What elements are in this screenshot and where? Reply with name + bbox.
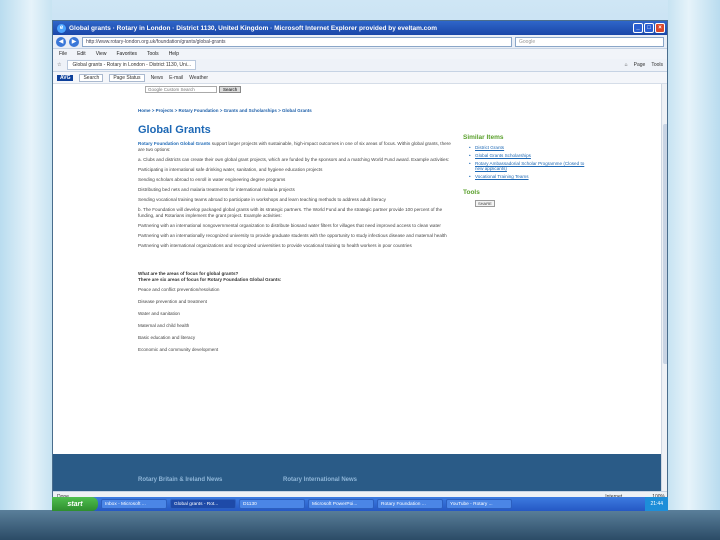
back-arrow-icon[interactable]: ◀: [56, 36, 66, 47]
example-item: Partnering with an international nongove…: [138, 223, 441, 228]
favorites-star-icon[interactable]: ☆: [57, 62, 61, 68]
avg-logo: AVG: [57, 74, 74, 81]
breadcrumb[interactable]: Home > Projects > Rotary Foundation > Gr…: [138, 108, 312, 113]
weather-button[interactable]: Weather: [189, 75, 208, 81]
similar-item-link[interactable]: Global Grants Scholarships: [469, 153, 593, 158]
tools-menu[interactable]: Tools: [651, 62, 663, 68]
system-tray-clock[interactable]: 21:44: [645, 497, 668, 511]
menu-file[interactable]: File: [59, 51, 67, 57]
area-item: Peace and conflict prevention/resolution: [138, 287, 220, 292]
window-controls: _ □ ×: [633, 23, 665, 33]
browser-search-input[interactable]: Google: [515, 36, 664, 47]
taskbar: start Inbox - Microsoft ... Global grant…: [52, 497, 668, 511]
area-item: Maternal and child health: [138, 323, 190, 328]
avg-search-button[interactable]: Search: [79, 73, 104, 82]
article-body: Rotary Foundation Global Grants support …: [138, 141, 458, 359]
page-content: Search Home > Projects > Rotary Foundati…: [53, 84, 667, 491]
lead-paragraph: Rotary Foundation Global Grants support …: [138, 141, 451, 152]
area-item: Economic and community development: [138, 347, 219, 352]
news-button[interactable]: News: [151, 75, 164, 81]
forward-arrow-icon[interactable]: ▶: [69, 36, 79, 47]
similar-item-link[interactable]: Vocational Training Teams: [469, 174, 593, 179]
start-button[interactable]: start: [52, 497, 98, 511]
example-item: Sending vocational training teams abroad…: [138, 197, 386, 202]
menu-edit[interactable]: Edit: [77, 51, 86, 57]
site-search-input[interactable]: [145, 86, 217, 93]
home-icon[interactable]: ⌂: [625, 62, 628, 68]
title-bar: e Global grants · Rotary in London · Dis…: [53, 21, 667, 35]
page-status-button[interactable]: Page Status: [109, 73, 145, 82]
areas-heading: What are the areas of focus for global g…: [138, 271, 282, 282]
vertical-scrollbar[interactable]: [661, 84, 667, 491]
ie-logo-icon: e: [57, 23, 66, 33]
favorites-bar: ☆ Global grants - Rotary in London - Dis…: [53, 59, 667, 72]
example-item: Distributing bed nets and malaria treatm…: [138, 187, 295, 192]
taskbar-item[interactable]: Inbox - Microsoft ...: [101, 499, 167, 509]
menu-favorites[interactable]: Favorites: [116, 51, 137, 57]
minimize-button[interactable]: _: [633, 23, 643, 33]
footer-news-link[interactable]: Rotary Britain & Ireland News: [138, 477, 222, 483]
sidebar: Similar Items District Grants Global Gra…: [463, 134, 593, 207]
address-bar: ◀ ▶ http://www.rotary-london.org.uk/foun…: [53, 35, 667, 49]
taskbar-item[interactable]: D1130: [239, 499, 305, 509]
window-title: Global grants · Rotary in London · Distr…: [69, 24, 438, 32]
url-input[interactable]: http://www.rotary-london.org.uk/foundati…: [82, 36, 512, 47]
site-search-button[interactable]: Search: [219, 86, 242, 93]
menu-tools[interactable]: Tools: [147, 51, 159, 57]
example-item: Sending scholars abroad to enroll in wat…: [138, 177, 286, 182]
similar-item-link[interactable]: Rotary Ambassadorial Scholar Programme (…: [469, 161, 593, 171]
page-menu[interactable]: Page: [634, 62, 646, 68]
taskbar-item[interactable]: Microsoft PowerPoi...: [308, 499, 374, 509]
menu-view[interactable]: View: [96, 51, 107, 57]
frame-right: [668, 0, 720, 540]
share-button[interactable]: SHARE: [475, 200, 495, 207]
menu-bar: File Edit View Favorites Tools Help: [53, 49, 667, 59]
menu-help[interactable]: Help: [169, 51, 179, 57]
taskbar-item[interactable]: Rotary Foundation ...: [377, 499, 443, 509]
area-item: Disease prevention and treatment: [138, 299, 207, 304]
example-item: Partnering with an internationally recog…: [138, 233, 447, 238]
browser-window: e Global grants · Rotary in London · Dis…: [52, 20, 668, 510]
taskbar-item[interactable]: YouTube - Rotary ...: [446, 499, 512, 509]
close-button[interactable]: ×: [655, 23, 665, 33]
option-b-text: b. The Foundation will develop packaged …: [138, 207, 443, 218]
email-button[interactable]: E-mail: [169, 75, 183, 81]
similar-item-link[interactable]: District Grants: [469, 145, 593, 150]
similar-items-heading: Similar Items: [463, 134, 504, 141]
maximize-button[interactable]: □: [644, 23, 654, 33]
similar-items-list: District Grants Global Grants Scholarshi…: [469, 145, 593, 179]
frame-bottom: [0, 510, 720, 540]
tools-heading: Tools: [463, 189, 480, 196]
avg-toolbar: AVG Search Page Status News E-mail Weath…: [53, 72, 667, 84]
frame-left: [0, 0, 52, 540]
site-footer: Rotary Britain & Ireland News Rotary Int…: [53, 454, 661, 491]
scroll-thumb[interactable]: [663, 124, 667, 364]
area-item: Basic education and literacy: [138, 335, 196, 340]
footer-ri-news-link[interactable]: Rotary International News: [283, 477, 357, 483]
browser-tab[interactable]: Global grants - Rotary in London - Distr…: [67, 60, 197, 70]
page-title: Global Grants: [138, 124, 211, 136]
taskbar-item[interactable]: Global grants - Rot...: [170, 499, 236, 509]
example-item: Participating in international safe drin…: [138, 167, 323, 172]
site-search: Search: [145, 86, 242, 93]
example-item: Partnering with international organizati…: [138, 243, 412, 248]
option-a-text: a. Clubs and districts can create their …: [138, 157, 450, 162]
area-item: Water and sanitation: [138, 311, 180, 316]
